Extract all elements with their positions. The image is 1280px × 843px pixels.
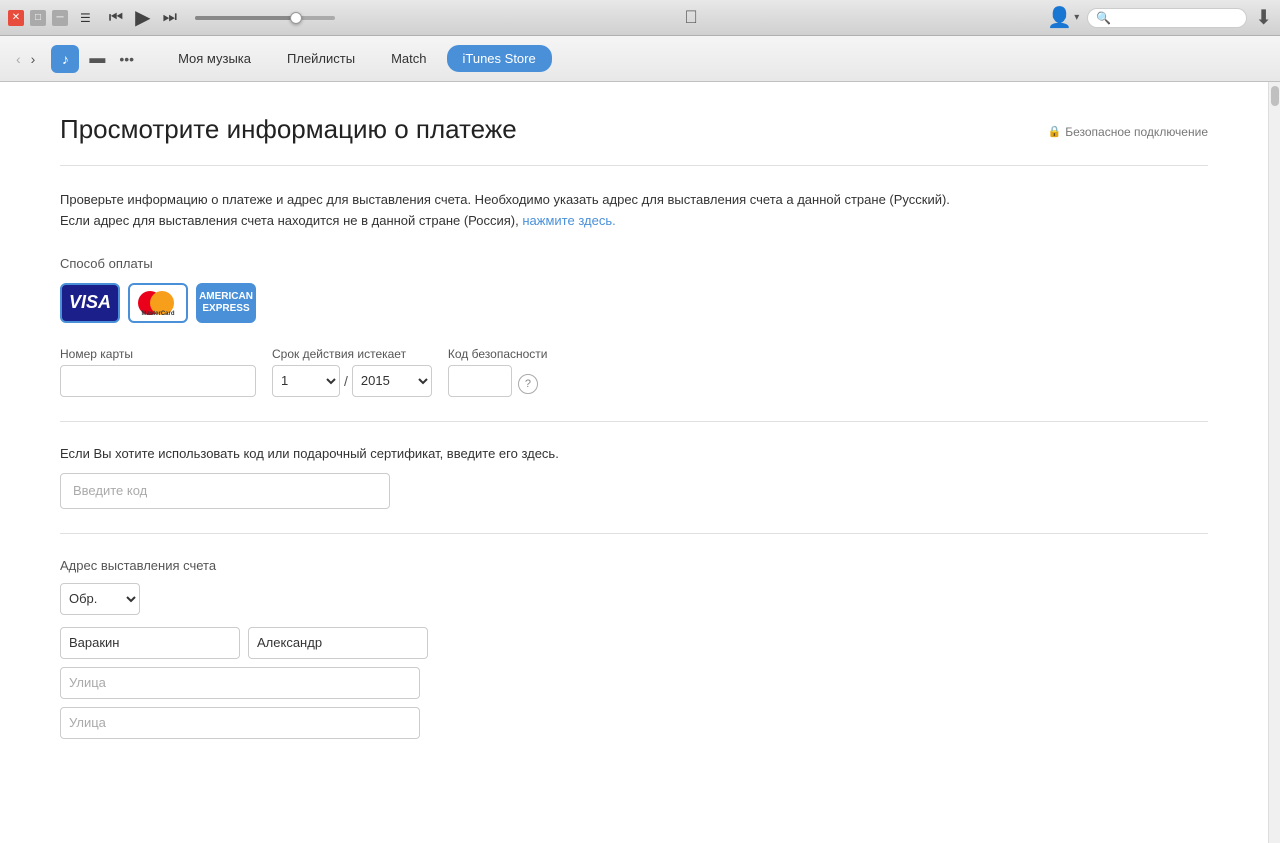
section-divider-2 (60, 533, 1208, 534)
cvv-label: Код безопасности (448, 347, 548, 361)
card-details-row: Номер карты Срок действия истекает 1234 … (60, 347, 1208, 397)
info-text: Проверьте информацию о платеже и адрес д… (60, 190, 1208, 232)
user-dropdown-icon: ▾ (1074, 12, 1079, 23)
street1-input[interactable] (60, 667, 420, 699)
name-row (60, 627, 1208, 659)
street2-input[interactable] (60, 707, 420, 739)
secure-connection: 🔒 Безопасное подключение (1048, 125, 1208, 139)
card-number-label: Номер карты (60, 347, 256, 361)
info-line-2: Если адрес для выставления счета находит… (60, 211, 1208, 232)
expiry-row: 1234 5678 9101112 / 20152016201720182019… (272, 365, 432, 397)
title-bar-left: ✕ □ ─ ☰ ⏮ ▶ ⏭ (8, 3, 335, 32)
cvv-group: Код безопасности ? (448, 347, 548, 397)
amex-button[interactable]: AMERICAN EXPRESS (196, 283, 256, 323)
card-number-input[interactable] (60, 365, 256, 397)
nav-bar: ‹ › ♪ ▬ ••• Моя музыка Плейлисты Match i… (0, 36, 1280, 82)
search-input[interactable] (1115, 11, 1235, 25)
nav-tabs: Моя музыка Плейлисты Match iTunes Store (162, 45, 552, 72)
section-divider-1 (60, 421, 1208, 422)
scrollbar-thumb[interactable] (1271, 86, 1279, 106)
visa-button[interactable]: VISA (60, 283, 120, 323)
voucher-text: Если Вы хотите использовать код или пода… (60, 446, 1208, 461)
page-title: Просмотрите информацию о платеже (60, 114, 517, 145)
payment-method-label: Способ оплаты (60, 256, 1208, 271)
user-account-button[interactable]: 👤 ▾ (1047, 5, 1079, 30)
progress-fill (195, 16, 293, 20)
salutation-select[interactable]: Обр. Г-н Г-жа (60, 583, 140, 615)
expiry-month-select[interactable]: 1234 5678 9101112 (272, 365, 340, 397)
title-bar: ✕ □ ─ ☰ ⏮ ▶ ⏭  👤 ▾ 🔍 ⬇ (0, 0, 1280, 36)
tab-playlists[interactable]: Плейлисты (271, 45, 371, 72)
amex-line2: EXPRESS (202, 303, 249, 314)
click-here-link[interactable]: нажмите здесь. (522, 213, 615, 228)
fastforward-button[interactable]: ⏭ (161, 7, 179, 29)
back-button[interactable]: ‹ (12, 49, 25, 69)
maximize-button[interactable]: □ (30, 10, 46, 26)
expiry-year-select[interactable]: 201520162017201820192020 (352, 365, 432, 397)
expiry-slash: / (344, 373, 348, 389)
mc-text: MasterCard (141, 311, 174, 317)
scrollbar-track[interactable] (1268, 82, 1280, 843)
lock-icon: 🔒 (1048, 125, 1062, 138)
music-icon[interactable]: ♪ (51, 45, 79, 73)
play-button[interactable]: ▶ (133, 3, 152, 32)
progress-knob[interactable] (290, 12, 302, 24)
card-number-group: Номер карты (60, 347, 256, 397)
progress-bar[interactable] (195, 16, 335, 20)
nav-arrows: ‹ › (12, 49, 39, 69)
user-icon: 👤 (1047, 5, 1072, 30)
billing-label: Адрес выставления счета (60, 558, 1208, 573)
content-wrapper: Просмотрите информацию о платеже 🔒 Безоп… (0, 82, 1280, 843)
secure-label: Безопасное подключение (1065, 125, 1208, 139)
payment-methods: VISA MasterCard AMERICAN EXPRESS (60, 283, 1208, 323)
expiry-group: Срок действия истекает 1234 5678 9101112… (272, 347, 432, 397)
cvv-input[interactable] (448, 365, 512, 397)
forward-button[interactable]: › (27, 49, 40, 69)
voucher-input[interactable] (60, 473, 390, 509)
close-button[interactable]: ✕ (8, 10, 24, 26)
payment-section: Способ оплаты VISA MasterCard AMERICAN E… (60, 256, 1208, 323)
last-name-input[interactable] (60, 627, 240, 659)
playback-controls: ⏮ ▶ ⏭ (107, 3, 335, 32)
first-name-input[interactable] (248, 627, 428, 659)
title-bar-right: 👤 ▾ 🔍 ⬇ (1047, 5, 1272, 30)
voucher-section: Если Вы хотите использовать код или пода… (60, 446, 1208, 509)
title-row: Просмотрите информацию о платеже 🔒 Безоп… (60, 114, 1208, 166)
main-content: Просмотрите информацию о платеже 🔒 Безоп… (0, 82, 1268, 843)
billing-section: Адрес выставления счета Обр. Г-н Г-жа (60, 558, 1208, 739)
tab-match[interactable]: Match (375, 45, 442, 72)
cvv-help-button[interactable]: ? (518, 374, 538, 394)
minimize-button[interactable]: ─ (52, 10, 68, 26)
apple-logo:  (684, 7, 698, 28)
tab-itunes-store[interactable]: iTunes Store (447, 45, 552, 72)
more-options-button[interactable]: ••• (115, 51, 138, 67)
download-button[interactable]: ⬇ (1255, 5, 1272, 30)
tab-my-music[interactable]: Моя музыка (162, 45, 267, 72)
expiry-label: Срок действия истекает (272, 347, 432, 361)
search-box[interactable]: 🔍 (1087, 8, 1247, 28)
mastercard-button[interactable]: MasterCard (128, 283, 188, 323)
video-icon[interactable]: ▬ (83, 45, 111, 73)
search-icon: 🔍 (1096, 11, 1111, 25)
rewind-button[interactable]: ⏮ (107, 7, 125, 29)
menu-icon[interactable]: ☰ (74, 9, 97, 27)
info-line-1: Проверьте информацию о платеже и адрес д… (60, 190, 1208, 211)
amex-line1: AMERICAN (199, 291, 253, 302)
